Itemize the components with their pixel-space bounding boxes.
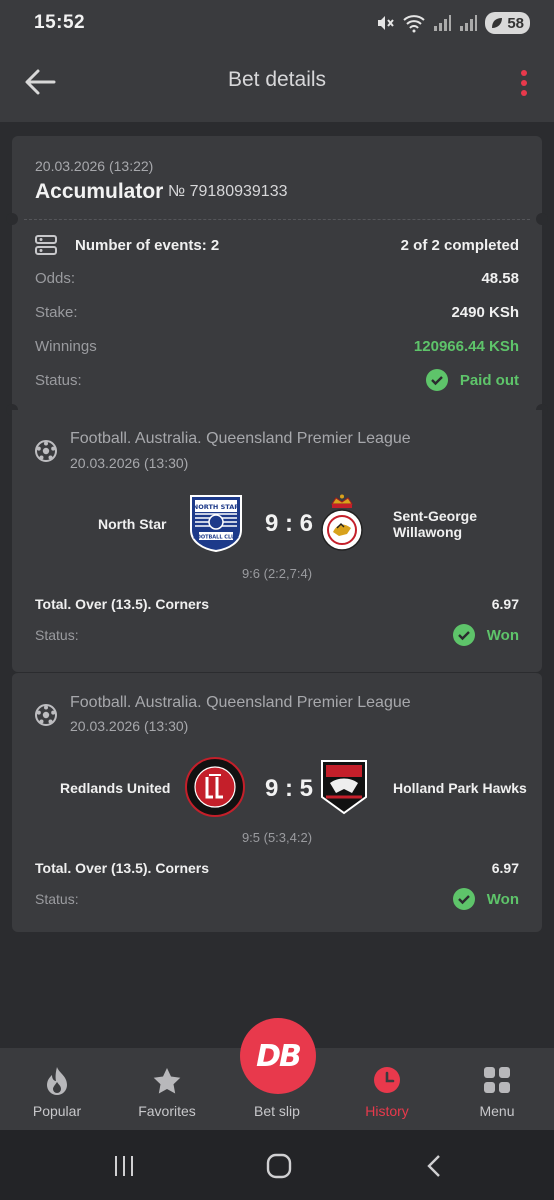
home-team: Redlands United	[60, 780, 171, 796]
event-status-value: Won	[486, 626, 519, 644]
odds-value: 48.58	[481, 270, 519, 287]
status-label: Status:	[35, 371, 82, 389]
away-team: Holland Park Hawks	[393, 780, 527, 796]
nav-favorites[interactable]: Favorites	[117, 1048, 217, 1130]
stake-label: Stake:	[35, 304, 78, 321]
grid-menu-icon	[484, 1067, 510, 1093]
winnings-label: Winnings	[35, 338, 97, 355]
signal-icon	[434, 15, 452, 31]
nav-history[interactable]: History	[337, 1048, 437, 1130]
event-card[interactable]: Football. Australia. Queensland Premier …	[12, 410, 542, 672]
market-name: Total. Over (13.5). Corners	[35, 860, 210, 876]
event-datetime: 20.03.2026 (13:30)	[70, 718, 189, 734]
market-odds: 6.97	[491, 596, 519, 612]
stake-value: 2490 KSh	[451, 304, 519, 321]
system-nav-bar	[0, 1130, 554, 1200]
north-star-logo: NORTH STAR FOOTBALL CLUB	[190, 495, 242, 552]
system-back-icon[interactable]	[424, 1154, 444, 1178]
home-team: North Star	[98, 516, 167, 532]
page-title: Bet details	[227, 68, 327, 91]
check-circle-icon	[452, 888, 475, 910]
event-datetime: 20.03.2026 (13:30)	[70, 455, 189, 471]
db-logo: DB	[256, 1038, 302, 1074]
market-row: Total. Over (13.5). Corners 6.97	[35, 860, 519, 876]
event-status-row: Status: Won	[35, 888, 519, 910]
market-odds: 6.97	[491, 860, 519, 876]
event-status-label: Status:	[35, 627, 79, 643]
divider	[24, 219, 530, 220]
away-team-line2: Willawong	[393, 524, 463, 540]
card-notch	[6, 213, 18, 225]
event-status-label: Status:	[35, 891, 79, 907]
star-icon	[153, 1068, 181, 1094]
battery-indicator: 58	[485, 12, 530, 34]
check-circle-icon	[425, 369, 448, 391]
away-team-line1: Sent-George	[393, 508, 478, 524]
status-row: Status: Paid out	[35, 369, 519, 391]
bet-summary-card: 20.03.2026 (13:22) Accumulator № 7918093…	[6, 136, 548, 416]
wifi-icon	[403, 15, 425, 33]
status-badge: Paid out	[425, 369, 519, 391]
bet-datetime: 20.03.2026 (13:22)	[35, 158, 154, 174]
mute-icon	[378, 16, 395, 30]
status-icons: 58	[375, 12, 530, 34]
holland-park-hawks-logo	[321, 760, 367, 815]
sent-george-logo	[321, 494, 363, 551]
event-status-badge: Won	[452, 888, 519, 910]
winnings-row: Winnings 120966.44 KSh	[35, 338, 519, 355]
app-header: Bet details	[0, 44, 554, 122]
event-score: 9 : 6	[264, 510, 314, 537]
bet-type: Accumulator	[35, 180, 164, 203]
battery-level: 58	[507, 14, 524, 32]
card-notch	[536, 213, 548, 225]
recent-apps-icon[interactable]	[112, 1154, 136, 1178]
bet-slip-fab-button[interactable]: DB	[240, 1018, 316, 1094]
more-options-icon[interactable]	[520, 70, 528, 96]
home-logo-text: NORTH STAR	[193, 503, 239, 511]
event-status-badge: Won	[452, 624, 519, 646]
status-time: 15:52	[34, 12, 86, 33]
nav-menu-label: Menu	[479, 1103, 515, 1119]
signal-2-icon	[460, 15, 478, 31]
odds-row: Odds: 48.58	[35, 270, 519, 287]
winnings-value: 120966.44 KSh	[413, 338, 519, 355]
stake-row: Stake: 2490 KSh	[35, 304, 519, 321]
status-value: Paid out	[459, 371, 519, 389]
event-status-row: Status: Won	[35, 624, 519, 646]
event-league: Football. Australia. Queensland Premier …	[70, 430, 411, 447]
check-circle-icon	[452, 624, 475, 646]
nav-favorites-label: Favorites	[138, 1103, 196, 1119]
nav-menu[interactable]: Menu	[447, 1048, 547, 1130]
events-count: Number of events: 2	[75, 236, 220, 254]
nav-bet-slip-label: Bet slip	[254, 1103, 300, 1119]
event-league: Football. Australia. Queensland Premier …	[70, 694, 411, 711]
nav-history-label: History	[365, 1103, 409, 1119]
redlands-united-logo	[185, 757, 245, 817]
status-bar: 15:52 58	[0, 0, 554, 44]
market-name: Total. Over (13.5). Corners	[35, 596, 210, 612]
leaf-icon	[492, 18, 503, 28]
event-sub-score: 9:5 (5:3,4:2)	[241, 830, 313, 845]
event-score: 9 : 5	[264, 775, 314, 802]
event-card[interactable]: Football. Australia. Queensland Premier …	[12, 672, 542, 932]
home-logo-text-2: FOOTBALL CLUB	[193, 535, 239, 541]
events-row: Number of events: 2 2 of 2 completed	[35, 235, 519, 255]
home-icon[interactable]	[266, 1153, 292, 1179]
events-list-icon	[35, 235, 57, 255]
flame-icon	[47, 1067, 67, 1095]
event-status-value: Won	[486, 890, 519, 908]
football-icon	[35, 440, 57, 462]
odds-label: Odds:	[35, 270, 76, 287]
event-sub-score: 9:6 (2:2,7:4)	[241, 566, 313, 581]
bet-number: № 79180939133	[168, 183, 288, 200]
nav-popular-label: Popular	[32, 1103, 82, 1119]
nav-popular[interactable]: Popular	[7, 1048, 107, 1130]
away-team: Sent-George Willawong	[393, 508, 477, 540]
history-clock-icon	[374, 1067, 400, 1093]
events-completed: 2 of 2 completed	[400, 236, 519, 254]
market-row: Total. Over (13.5). Corners 6.97	[35, 596, 519, 612]
football-icon	[35, 704, 57, 726]
